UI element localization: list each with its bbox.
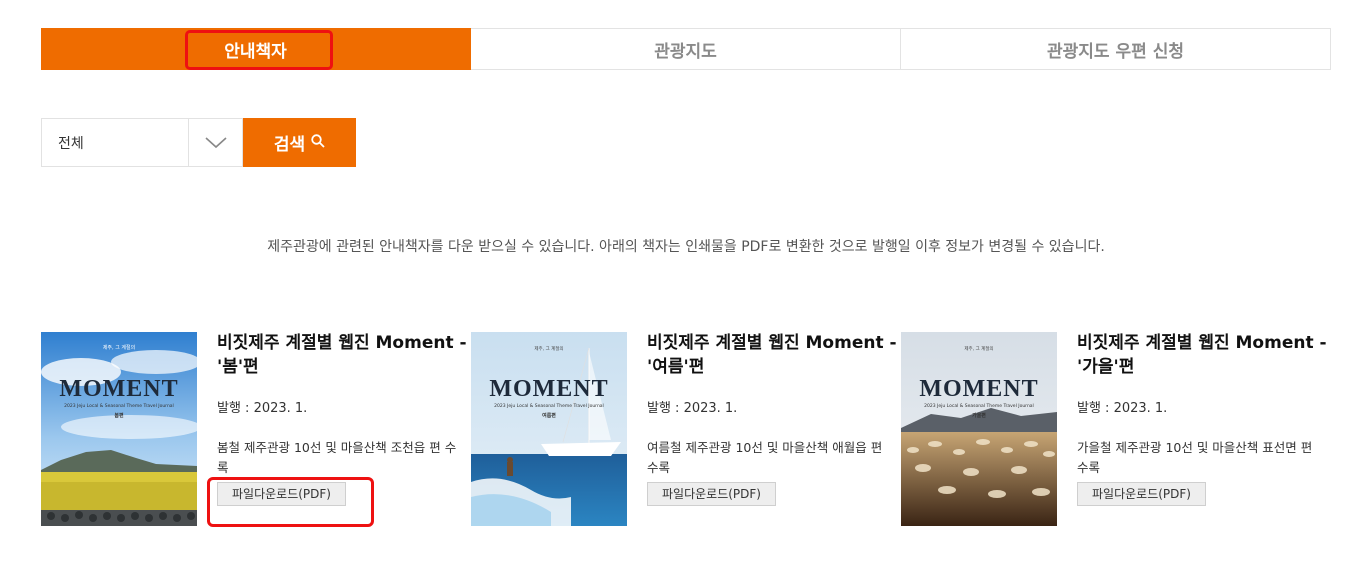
tab-bar: 안내책자 관광지도 관광지도 우편 신청: [41, 28, 1331, 70]
download-pdf-button[interactable]: 파일다운로드(PDF): [217, 482, 346, 506]
search-button-label: 검색: [273, 135, 306, 154]
cover-season: 봄편: [114, 413, 124, 419]
cover-season: 가을편: [972, 413, 986, 419]
category-select-value: 전체: [58, 135, 84, 152]
cover-tagline: 제주, 그 계절의: [102, 345, 136, 351]
download-pdf-button[interactable]: 파일다운로드(PDF): [647, 482, 776, 506]
tab-guidebook[interactable]: 안내책자: [41, 28, 471, 70]
book-date: 발행 : 2023. 1.: [217, 401, 308, 416]
book-card-autumn: 제주, 그 계절의 MOMENT 2023 Jeju Local & Seaso…: [901, 332, 1327, 528]
category-select[interactable]: 전체: [41, 118, 243, 167]
book-card-spring: 제주, 그 계절의 MOMENT 2023 Jeju Local & Seaso…: [41, 332, 467, 528]
tab-tour-map[interactable]: 관광지도: [471, 28, 901, 70]
notice-text: 제주관광에 관련된 안내책자를 다운 받으실 수 있습니다. 아래의 책자는 인…: [267, 239, 1105, 255]
book-cover-autumn[interactable]: 제주, 그 계절의 MOMENT 2023 Jeju Local & Seaso…: [901, 332, 1057, 526]
cover-title: MOMENT: [919, 376, 1039, 402]
cover-tagline: 제주, 그 계절의: [964, 347, 994, 352]
book-cover-spring[interactable]: 제주, 그 계절의 MOMENT 2023 Jeju Local & Seaso…: [41, 332, 197, 526]
cover-subtitle: 2023 Jeju Local & Seasonal Theme Travel …: [64, 404, 174, 409]
book-title: 비짓제주 계절별 웹진 Moment - '봄'편: [217, 333, 467, 377]
book-description: 가을철 제주관광 10선 및 마을산책 표선면 편 수록: [1077, 440, 1313, 475]
book-title: 비짓제주 계절별 웹진 Moment - '여름'편: [647, 333, 897, 377]
cover-title: MOMENT: [489, 376, 609, 402]
search-bar: 전체 검색: [41, 118, 356, 167]
cover-subtitle: 2023 Jeju Local & Seasonal Theme Travel …: [924, 404, 1034, 409]
book-description: 봄철 제주관광 10선 및 마을산책 조천읍 편 수록: [217, 440, 457, 475]
book-description: 여름철 제주관광 10선 및 마을산책 애월읍 편 수록: [647, 440, 883, 475]
cover-season: 여름편: [542, 413, 556, 419]
cover-subtitle: 2023 Jeju Local & Seasonal Theme Travel …: [494, 404, 604, 409]
book-date: 발행 : 2023. 1.: [1077, 401, 1168, 416]
search-button[interactable]: 검색: [243, 118, 356, 167]
book-card-summer: 제주, 그 계절의 MOMENT 2023 Jeju Local & Seaso…: [471, 332, 897, 528]
download-pdf-button[interactable]: 파일다운로드(PDF): [1077, 482, 1206, 506]
chevron-down-icon[interactable]: [188, 119, 242, 166]
cover-title: MOMENT: [59, 376, 179, 402]
book-date: 발행 : 2023. 1.: [647, 401, 738, 416]
cover-tagline: 제주, 그 계절의: [534, 347, 564, 352]
tab-map-mail-request[interactable]: 관광지도 우편 신청: [901, 28, 1331, 70]
search-icon: [311, 133, 325, 153]
book-title: 비짓제주 계절별 웹진 Moment - '가을'편: [1077, 333, 1327, 377]
book-cover-summer[interactable]: 제주, 그 계절의 MOMENT 2023 Jeju Local & Seaso…: [471, 332, 627, 526]
